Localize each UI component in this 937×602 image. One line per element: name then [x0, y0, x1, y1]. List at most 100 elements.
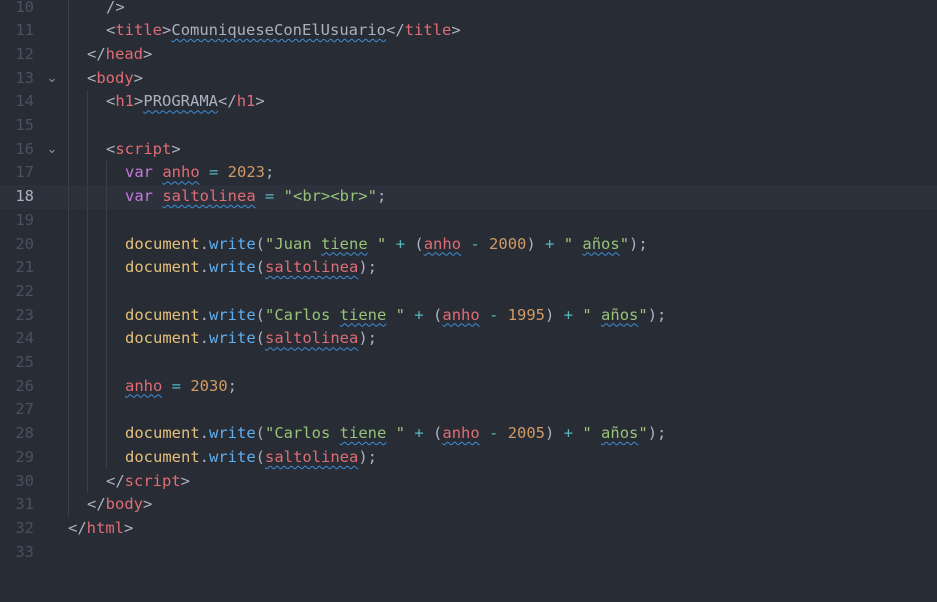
code-token: ); [358, 447, 378, 466]
code-token: </ [386, 21, 405, 40]
code-token: " [619, 234, 630, 253]
code-token: " [582, 424, 602, 443]
code-token: body [105, 495, 143, 514]
code-line[interactable]: 29 document.write(saltolinea); [0, 446, 937, 470]
code-line[interactable]: 10 /> [0, 0, 937, 19]
code-token: " [582, 305, 602, 324]
code-line[interactable]: 22 [0, 280, 937, 304]
code-token: write [209, 447, 256, 466]
code-line[interactable]: 26 anho = 2030; [0, 375, 937, 399]
code-token: 2023 [227, 163, 265, 182]
line-number: 28 [15, 424, 34, 443]
code-line[interactable]: 20 document.write("Juan tiene " + (anho -… [0, 233, 937, 257]
code-token: > [124, 518, 134, 537]
code-token: </ [106, 471, 125, 490]
code-line[interactable]: 28 document.write("Carlos tiene " + (anho… [0, 422, 937, 446]
code-line[interactable]: 32 </html> [0, 517, 937, 541]
code-content: var anho = 2023; [125, 161, 274, 185]
code-content: <title>ComuniqueseConElUsuario</title> [106, 19, 461, 43]
code-line[interactable]: 14 <h1>PROGRAMA</h1> [0, 90, 937, 114]
code-line[interactable]: 17 var anho = 2023; [0, 161, 937, 185]
line-number: 12 [15, 44, 34, 63]
code-line[interactable]: 15 [0, 114, 937, 138]
code-token: > [143, 495, 153, 514]
code-token: > [451, 21, 461, 40]
code-token: ( [255, 424, 266, 443]
line-number: 26 [15, 376, 34, 395]
code-token: = [255, 187, 284, 206]
code-content: <body> [87, 67, 143, 91]
code-token: . [199, 329, 209, 348]
code-token: > [143, 44, 153, 63]
code-line[interactable]: 19 [0, 209, 937, 233]
code-token: var [125, 187, 163, 206]
fold-chevron-icon[interactable]: ⌄ [44, 67, 60, 91]
code-line[interactable]: 23 document.write("Carlos tiene " + (anho… [0, 304, 937, 328]
fold-chevron-icon[interactable]: ⌄ [44, 138, 60, 162]
line-number: 31 [15, 495, 34, 514]
code-line[interactable]: 24 document.write(saltolinea); [0, 327, 937, 351]
line-number: 18 [15, 187, 34, 206]
code-line[interactable]: 27 [0, 398, 937, 422]
code-line[interactable]: 31 </body> [0, 493, 937, 517]
code-line[interactable]: 13 ⌄ <body> [0, 67, 937, 91]
code-content: </html> [68, 517, 133, 541]
code-token: head [105, 44, 143, 63]
code-line[interactable]: 16 ⌄ <script> [0, 138, 937, 162]
code-line[interactable]: 21 document.write(saltolinea); [0, 256, 937, 280]
code-line[interactable]: 30 </script> [0, 470, 937, 494]
code-token: document [125, 329, 200, 348]
code-token: write [209, 305, 256, 324]
code-line[interactable]: 18 var saltolinea = "<br><br>"; [0, 185, 937, 209]
code-token: ); [647, 424, 667, 443]
code-line[interactable]: 25 [0, 351, 937, 375]
code-token: h1 [236, 92, 256, 111]
code-token: tiene [339, 424, 387, 443]
code-token: ); [358, 258, 378, 277]
code-token: - [461, 234, 490, 253]
code-token: tiene [321, 234, 368, 253]
line-number: 19 [15, 210, 34, 229]
code-content: </body> [87, 493, 152, 517]
code-content: document.write(saltolinea); [125, 256, 377, 280]
code-token: tiene [339, 305, 387, 324]
code-token: años [601, 424, 639, 443]
code-token: > [162, 21, 172, 40]
code-token: > [255, 92, 265, 111]
line-number: 17 [15, 163, 34, 182]
code-token: . [199, 447, 209, 466]
code-content: var saltolinea = "<br><br>"; [125, 185, 386, 209]
code-token: . [199, 258, 209, 277]
code-token: write [209, 329, 256, 348]
code-token: "<br><br>" [283, 187, 377, 206]
code-token: + [554, 305, 583, 324]
code-token: - [479, 305, 508, 324]
line-number: 29 [15, 447, 34, 466]
code-token: > [133, 68, 144, 87]
code-token: anho [162, 163, 200, 182]
code-editor[interactable]: 10 /> 11 <title>ComuniqueseConElUsuario</ti… [0, 0, 937, 602]
code-token: document [125, 447, 200, 466]
code-content: /> [106, 0, 125, 19]
code-token: - [479, 424, 508, 443]
code-token: script [124, 471, 181, 490]
code-token: + [405, 424, 434, 443]
code-line[interactable]: 33 [0, 541, 937, 565]
code-token: ; [264, 163, 275, 182]
code-token: ( [255, 329, 266, 348]
code-token: 2005 [507, 424, 546, 443]
code-token: + [554, 424, 583, 443]
code-token: write [209, 234, 256, 253]
code-line[interactable]: 12 </head> [0, 43, 937, 67]
code-token: + [535, 234, 564, 253]
code-token: ( [255, 447, 266, 466]
line-number: 20 [15, 234, 34, 253]
code-token: 1995 [507, 305, 546, 324]
code-content: <h1>PROGRAMA</h1> [106, 90, 265, 114]
line-number: 14 [15, 92, 34, 111]
code-line[interactable]: 11 <title>ComuniqueseConElUsuario</title> [0, 19, 937, 43]
line-number: 10 [15, 0, 34, 16]
code-token: h1 [115, 92, 135, 111]
code-token: "Carlos [265, 424, 340, 443]
code-content: document.write("Carlos tiene " + (anho -… [125, 304, 666, 328]
